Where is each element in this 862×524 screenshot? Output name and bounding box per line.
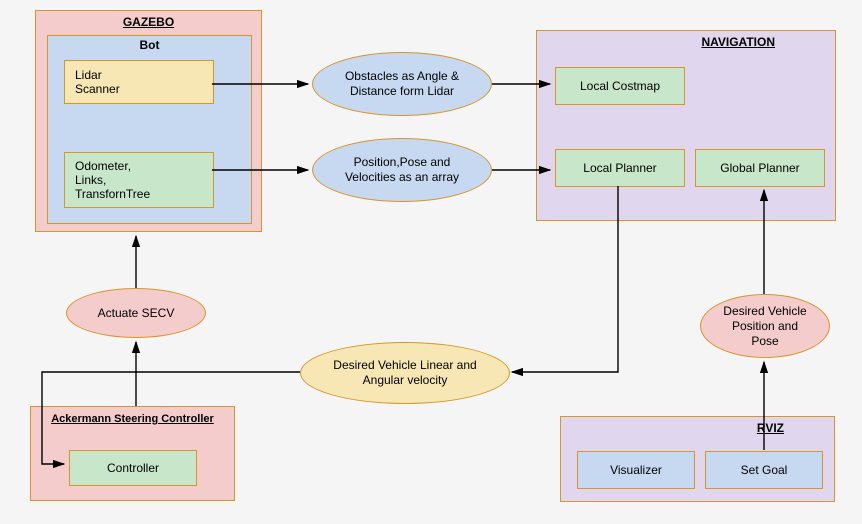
odometer-node: Odometer, Links, TransfornTree bbox=[64, 152, 214, 208]
set-goal-node: Set Goal bbox=[705, 451, 823, 489]
visualizer-node: Visualizer bbox=[577, 451, 695, 489]
bot-title: Bot bbox=[48, 36, 251, 54]
actuate-ellipse: Actuate SECV bbox=[66, 288, 206, 338]
local-planner-node: Local Planner bbox=[555, 149, 685, 187]
global-planner-node: Global Planner bbox=[695, 149, 825, 187]
gazebo-title: GAZEBO bbox=[36, 11, 261, 33]
local-costmap-node: Local Costmap bbox=[555, 67, 685, 105]
controller-node: Controller bbox=[69, 450, 197, 486]
navigation-group: NAVIGATION Local Costmap Local Planner G… bbox=[536, 30, 836, 221]
rviz-title: RVIZ bbox=[561, 417, 834, 439]
obstacles-ellipse: Obstacles as Angle & Distance form Lidar bbox=[312, 52, 492, 116]
navigation-title: NAVIGATION bbox=[537, 31, 835, 53]
desired-pose-ellipse: Desired Vehicle Position and Pose bbox=[700, 294, 830, 358]
desired-vel-ellipse: Desired Vehicle Linear and Angular veloc… bbox=[300, 342, 510, 404]
gazebo-group: GAZEBO Bot Lidar Scanner Odometer, Links… bbox=[35, 10, 262, 232]
bot-group: Bot Lidar Scanner Odometer, Links, Trans… bbox=[47, 35, 252, 224]
ackermann-group: Ackermann Steering Controller Controller bbox=[30, 406, 235, 501]
diagram-canvas: GAZEBO Bot Lidar Scanner Odometer, Links… bbox=[0, 0, 862, 524]
position-ellipse: Position,Pose and Velocities as an array bbox=[312, 138, 492, 202]
ackermann-title: Ackermann Steering Controller bbox=[31, 407, 234, 429]
rviz-group: RVIZ Visualizer Set Goal bbox=[560, 416, 835, 502]
lidar-node: Lidar Scanner bbox=[64, 60, 214, 104]
